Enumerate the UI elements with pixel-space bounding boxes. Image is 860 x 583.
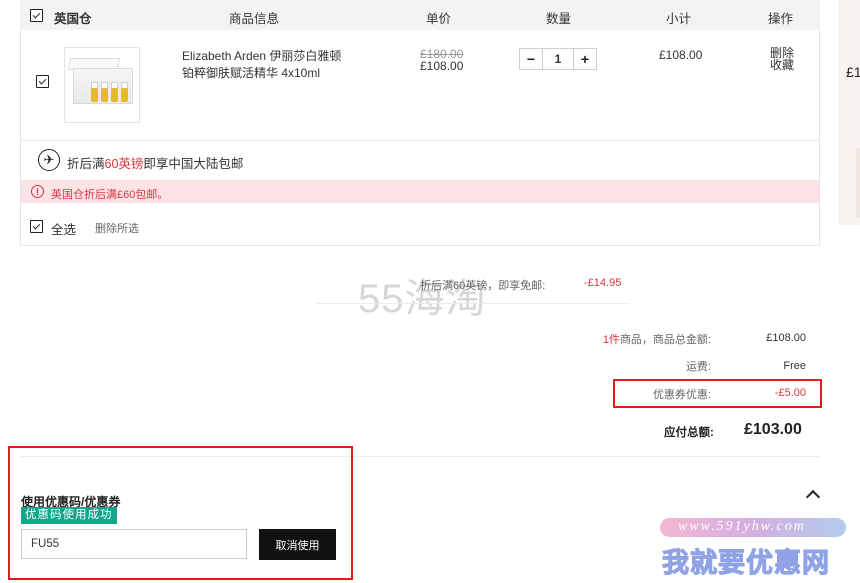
- header-product-info: 商品信息: [229, 12, 280, 26]
- header-unit-price: 单价: [426, 12, 452, 26]
- coupon-success-badge: 优惠码使用成功: [21, 507, 117, 524]
- warning-icon: !: [31, 185, 44, 198]
- goods-total-value: £108.00: [766, 332, 806, 344]
- decrease-quantity-button[interactable]: −: [520, 49, 542, 69]
- select-all-checkbox[interactable]: [30, 220, 43, 233]
- product-capsule: [101, 88, 108, 102]
- product-capsule: [121, 88, 128, 102]
- shipping-value: Free: [783, 360, 806, 372]
- product-capsule: [91, 88, 98, 102]
- item-subtotal: £108.00: [659, 48, 703, 62]
- free-shipping-value: -£14.95: [584, 277, 622, 289]
- divider: [316, 303, 630, 304]
- item-checkbox[interactable]: [36, 75, 49, 88]
- coupon-code-input[interactable]: [21, 529, 247, 559]
- product-name-link[interactable]: Elizabeth Arden 伊丽莎白雅顿 铂粹御肤赋活精华 4x10ml: [182, 48, 352, 82]
- coupon-discount-value: -£5.00: [774, 387, 806, 399]
- promo-prefix: 折后满: [67, 157, 105, 171]
- side-price-fragment: £1: [846, 64, 860, 80]
- side-image: [856, 148, 860, 218]
- goods-total-text: 商品，商品总金额:: [619, 334, 711, 346]
- product-thumbnail[interactable]: [64, 47, 140, 123]
- alert-text: 英国仓折后满£60包邮。: [51, 189, 169, 201]
- delete-selected-link[interactable]: 删除所选: [95, 220, 139, 236]
- product-capsule: [111, 88, 118, 102]
- unit-price: £108.00: [420, 59, 464, 73]
- item-actions: 删除 收藏: [770, 47, 794, 71]
- free-shipping-label: 折后满60英镑，即享免邮:: [420, 280, 546, 292]
- divider: [21, 140, 819, 141]
- quantity-value[interactable]: 1: [542, 49, 574, 69]
- coupon-discount-label: 优惠券优惠:: [652, 389, 711, 401]
- header-actions: 操作: [768, 12, 794, 26]
- site-watermark-url: www.591yhw.com: [678, 519, 806, 534]
- select-all-label[interactable]: 全选: [51, 219, 76, 238]
- warehouse-checkbox[interactable]: [30, 9, 43, 22]
- promo-highlight: 60英镑: [104, 157, 144, 171]
- favorite-link[interactable]: 收藏: [770, 59, 794, 71]
- goods-total-label: 1件商品，商品总金额:: [603, 331, 711, 347]
- airplane-icon: ✈: [38, 149, 60, 171]
- item-count: 1件: [602, 334, 620, 346]
- header-subtotal: 小计: [666, 12, 692, 26]
- header-quantity: 数量: [546, 12, 572, 26]
- site-watermark-text: 我就要优惠网: [662, 548, 830, 579]
- header-warehouse: 英国仓: [54, 12, 92, 26]
- total-label: 应付总额:: [664, 427, 714, 439]
- cart-panel: [20, 0, 820, 246]
- increase-quantity-button[interactable]: +: [574, 49, 596, 69]
- collapse-chevron-up-icon[interactable]: [805, 489, 821, 505]
- shipping-label: 运费:: [685, 361, 711, 373]
- watermark-55haitao: 55海淘: [358, 277, 487, 321]
- cart-header: [20, 0, 820, 30]
- free-shipping-promo: 折后满60英镑即享中国大陆包邮: [67, 153, 243, 172]
- quantity-stepper: − 1 +: [519, 48, 597, 70]
- total-value: £103.00: [744, 421, 802, 438]
- promo-suffix: 即享中国大陆包邮: [143, 157, 244, 171]
- cancel-coupon-button[interactable]: 取消使用: [259, 529, 336, 560]
